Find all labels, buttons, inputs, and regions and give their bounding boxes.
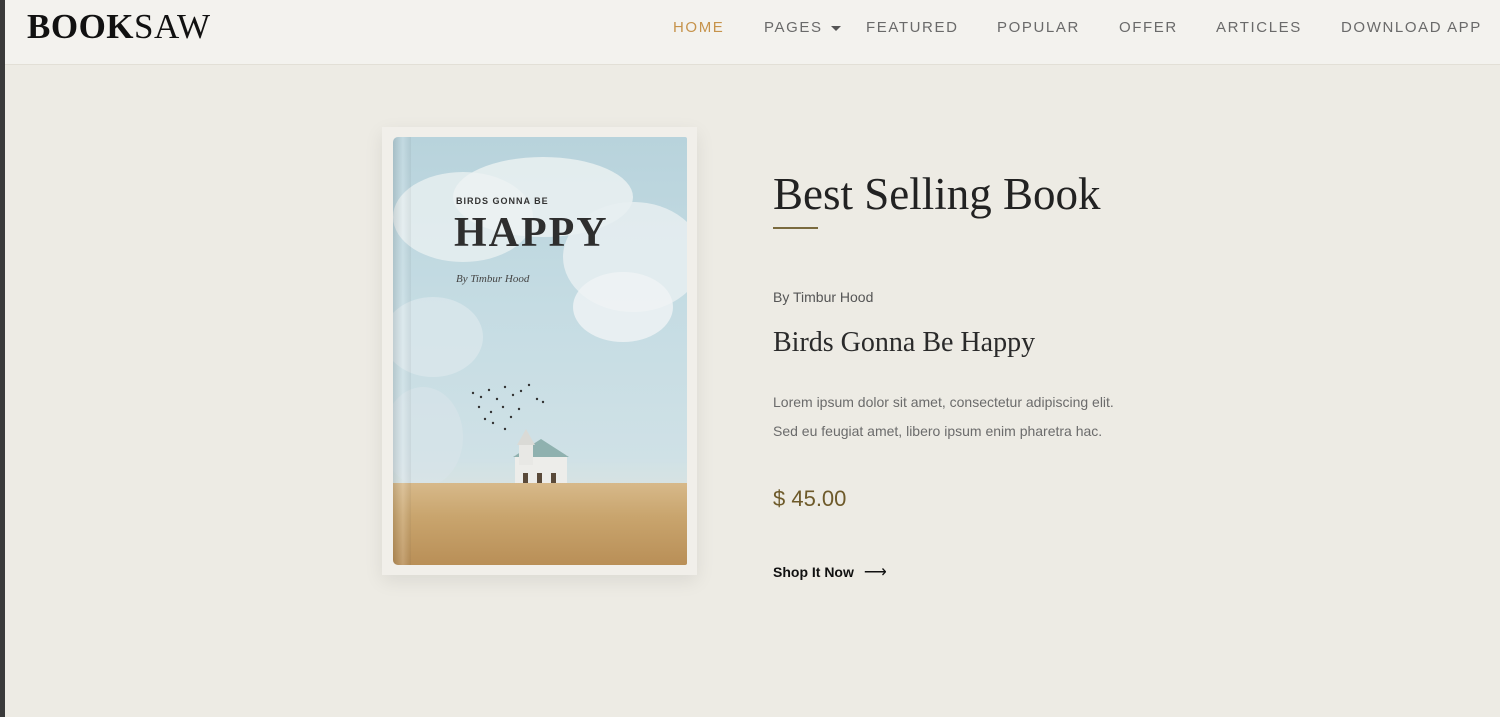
cover-subtitle: BIRDS GONNA BE: [456, 196, 549, 206]
cover-author: By Timbur Hood: [456, 273, 530, 285]
nav-download-app[interactable]: DOWNLOAD APP: [1341, 18, 1482, 38]
nav-articles[interactable]: ARTICLES: [1216, 18, 1302, 38]
cover-title: HAPPY: [454, 210, 609, 256]
nav-pages-label: PAGES: [764, 19, 823, 36]
nav-featured[interactable]: FEATURED: [866, 18, 959, 38]
site-header: BOOKSAW HOME PAGES FEATURED POPULAR OFFE…: [5, 0, 1500, 65]
arrow-right-icon: ⟶: [863, 564, 887, 581]
nav-popular[interactable]: POPULAR: [997, 18, 1080, 38]
shop-now-label: Shop It Now: [773, 564, 854, 580]
window-edge: [0, 0, 5, 717]
description-line-2: Sed eu feugiat amet, libero ipsum enim p…: [773, 423, 1103, 439]
book-price: $ 45.00: [773, 486, 847, 511]
main-nav: HOME PAGES FEATURED POPULAR OFFER ARTICL…: [5, 18, 1500, 38]
nav-pages[interactable]: PAGES: [764, 18, 841, 38]
section-title: Best Selling Book: [773, 169, 1101, 219]
book-cover-frame[interactable]: BIRDS GONNA BE HAPPY By Timbur Hood: [382, 127, 697, 575]
nav-offer[interactable]: OFFER: [1119, 18, 1178, 38]
book-title: Birds Gonna Be Happy: [773, 327, 1036, 358]
chevron-down-icon: [830, 25, 841, 31]
book-author: By Timbur Hood: [773, 289, 874, 305]
book-cover-image: BIRDS GONNA BE HAPPY By Timbur Hood: [393, 137, 687, 565]
wheat-field: [393, 483, 687, 565]
description-line-1: Lorem ipsum dolor sit amet, consectetur …: [773, 394, 1114, 410]
book-spine: [393, 137, 411, 565]
shop-now-link[interactable]: Shop It Now ⟶: [773, 563, 887, 582]
nav-home[interactable]: HOME: [673, 18, 724, 38]
title-underline: [773, 227, 818, 229]
book-description: Lorem ipsum dolor sit amet, consectetur …: [773, 388, 1114, 446]
